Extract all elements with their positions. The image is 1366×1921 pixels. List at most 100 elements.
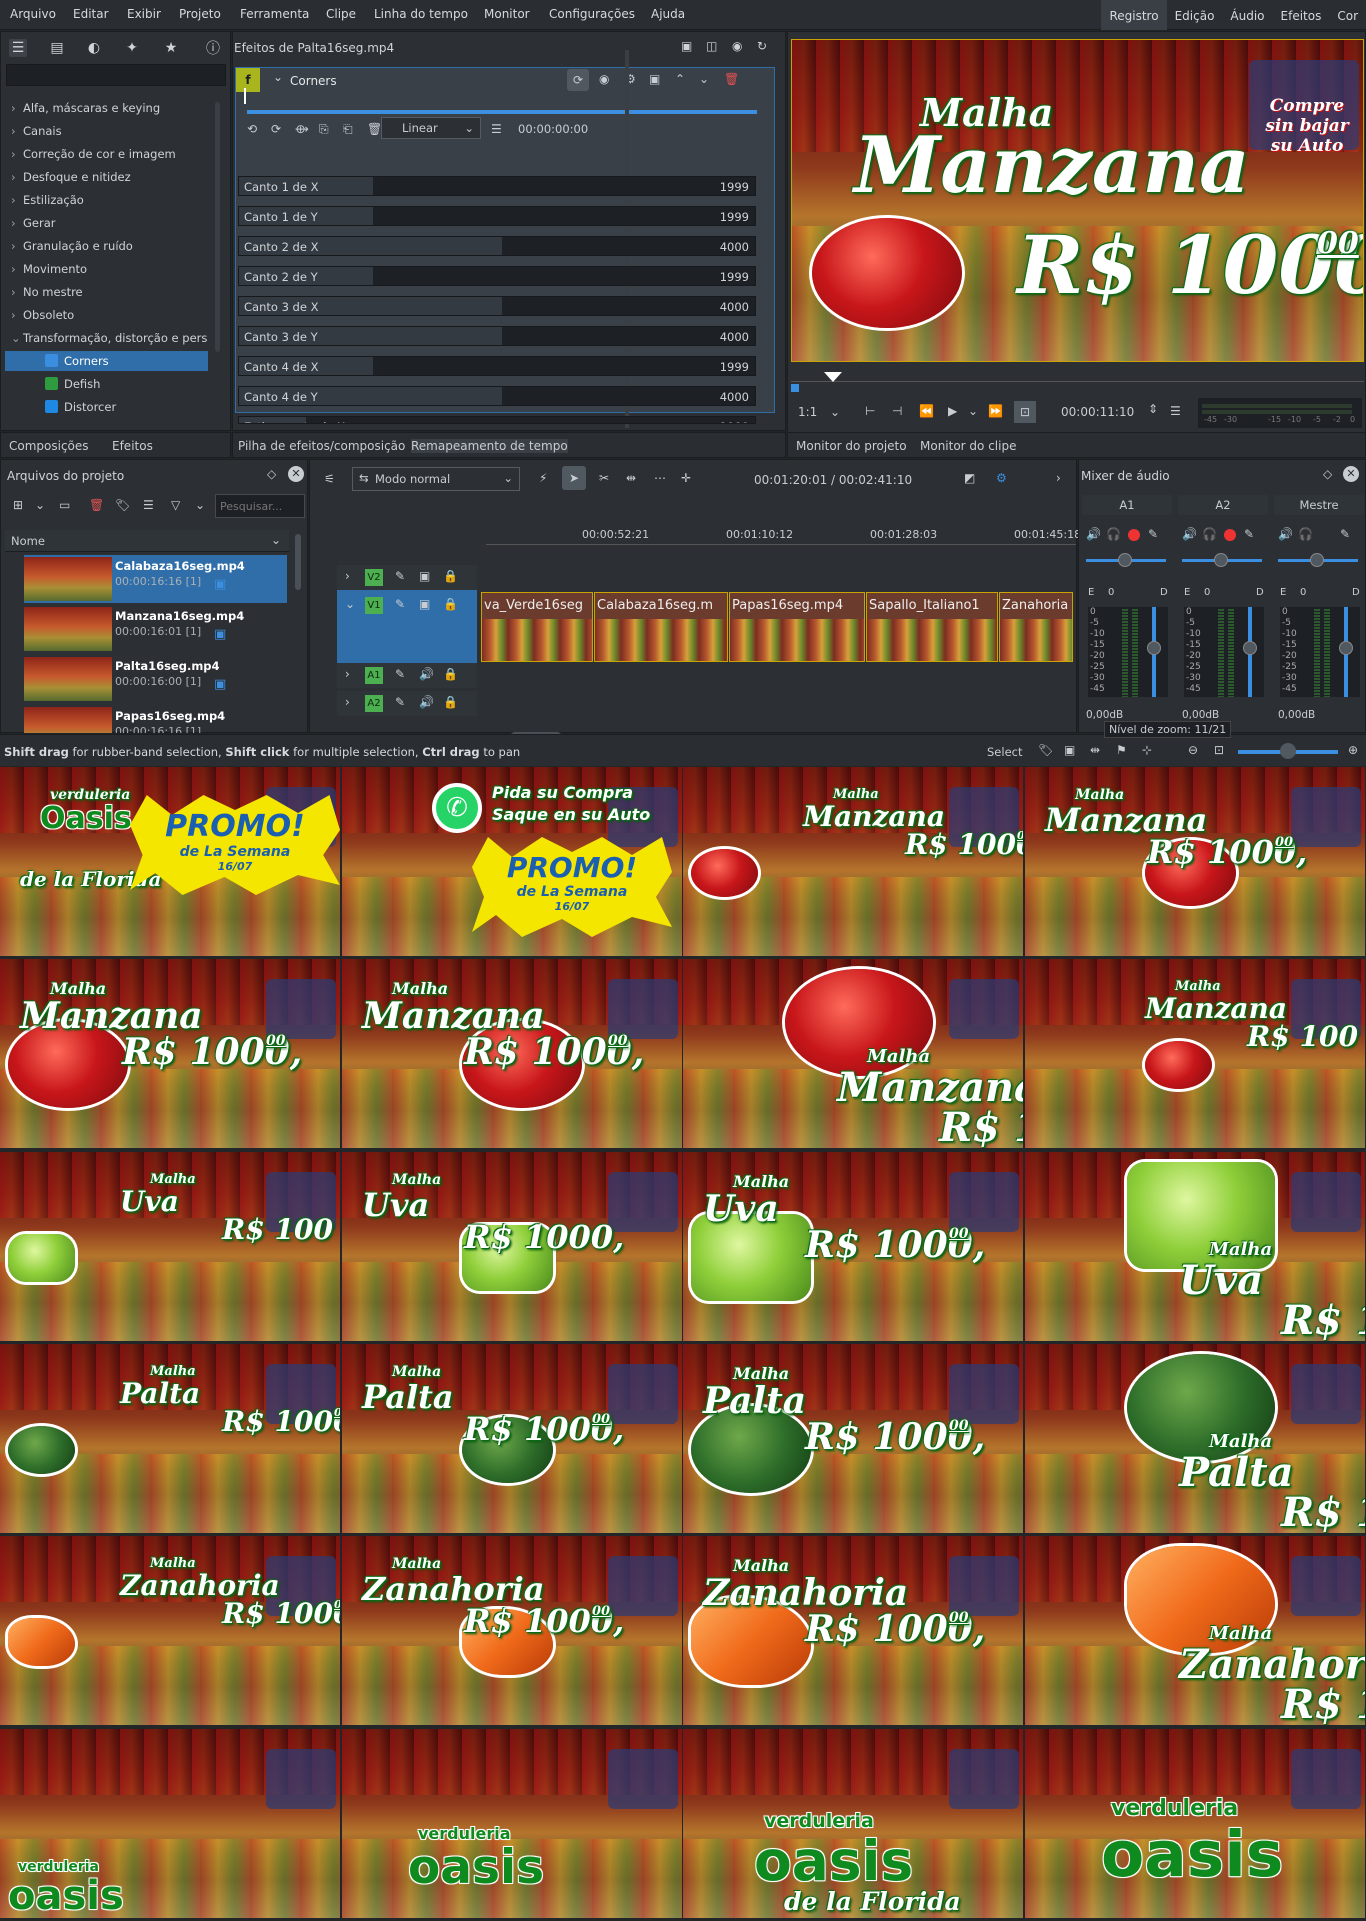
record-icon[interactable]: [1224, 529, 1236, 541]
zoom-chevron-icon[interactable]: ⌄: [830, 405, 840, 419]
timeline-settings-icon[interactable]: ⚟: [324, 472, 335, 486]
track-expand-icon[interactable]: ›: [345, 569, 350, 583]
layout-cor[interactable]: Cor: [1329, 0, 1366, 30]
timeline-clip[interactable]: Sapallo_Italiano1: [866, 592, 998, 662]
snap-icon[interactable]: ⚡: [539, 471, 547, 485]
lock-icon[interactable]: 🔒: [443, 667, 458, 681]
param-value[interactable]: 1999: [720, 180, 749, 194]
monitor-ruler[interactable]: [791, 370, 1364, 382]
view-menu-icon[interactable]: ☰: [143, 498, 154, 512]
bin-column-header[interactable]: Nome ⌄: [5, 530, 289, 552]
category-movimento[interactable]: › Movimento: [11, 262, 87, 276]
param-slider[interactable]: Canto 4 de X 1999: [238, 356, 756, 376]
keyframe-timecode[interactable]: 00:00:00:00: [518, 122, 588, 136]
save-stack-icon[interactable]: ▣: [681, 39, 692, 53]
effect-defish[interactable]: Defish: [45, 377, 100, 391]
layout-efeitos[interactable]: Efeitos: [1273, 0, 1330, 30]
favorites-icon[interactable]: ★: [162, 39, 180, 57]
param-slider[interactable]: Canto 2 de X 4000: [238, 236, 756, 256]
mute-icon[interactable]: 🔊: [1182, 527, 1197, 541]
tab-monitor-projeto[interactable]: Monitor do projeto: [796, 439, 907, 453]
param-value[interactable]: 1999: [720, 360, 749, 374]
channel-db[interactable]: 0,00dB: [1086, 709, 1123, 721]
filter-icon[interactable]: ▽: [171, 498, 180, 512]
filter-chevron-icon[interactable]: ⌄: [195, 498, 205, 512]
effect-distorcer[interactable]: Distorcer: [45, 400, 116, 414]
reset-icon[interactable]: ↻: [757, 39, 767, 53]
lock-icon[interactable]: 🔒: [443, 695, 458, 709]
menu-configuracoes[interactable]: Configurações: [549, 7, 635, 21]
layout-registro[interactable]: Registro: [1101, 0, 1167, 30]
zone-marker[interactable]: [791, 384, 799, 392]
select-tool-icon[interactable]: ➤: [562, 466, 586, 490]
pan-handle[interactable]: [1310, 553, 1324, 567]
track-v1[interactable]: ⌄ V1 ✎ ▣ 🔒: [337, 593, 477, 618]
collapse-chevron-icon[interactable]: ⌄: [273, 70, 283, 84]
keyframe-paste-icon[interactable]: ⎘: [319, 122, 329, 137]
effect-toggle-icon[interactable]: ✎: [395, 667, 405, 681]
float-icon[interactable]: ◇: [267, 467, 276, 481]
menu-icon[interactable]: ☰: [491, 122, 502, 136]
menu-monitor[interactable]: Monitor: [484, 7, 530, 21]
tag-icon[interactable]: 🏷: [115, 498, 130, 512]
zoom-fit-icon[interactable]: ⊡: [1014, 401, 1036, 423]
param-value[interactable]: 1999: [720, 270, 749, 284]
param-value[interactable]: 1999: [720, 210, 749, 224]
headphones-icon[interactable]: 🎧: [1202, 527, 1217, 541]
spacer-tool-icon[interactable]: ⇹: [626, 471, 636, 485]
delete-effect-icon[interactable]: 🗑: [724, 72, 739, 86]
zoom-slider-handle[interactable]: [1280, 743, 1296, 759]
lock-icon[interactable]: 🔒: [443, 569, 458, 583]
eye-icon[interactable]: ◉: [732, 39, 742, 53]
pan-handle[interactable]: [1118, 553, 1132, 567]
menu-linha-do-tempo[interactable]: Linha do tempo: [374, 7, 468, 21]
list-item[interactable]: Calabaza16seg.mp4 00:00:16:16 [1] ▣: [24, 555, 288, 603]
effects-icon[interactable]: ✎: [1244, 527, 1254, 541]
float-icon[interactable]: ◇: [1323, 467, 1332, 481]
timeline-clip[interactable]: va_Verde16seg: [481, 592, 593, 662]
param-slider[interactable]: Canto 1 de Y 1999: [238, 206, 756, 226]
move-up-icon[interactable]: ⌃: [675, 72, 685, 86]
add-keyframe-icon[interactable]: ⟲: [247, 122, 257, 136]
headphones-icon[interactable]: 🎧: [1298, 527, 1313, 541]
tab-composicoes[interactable]: Composições: [9, 439, 89, 453]
mute-icon[interactable]: 🔊: [419, 695, 434, 709]
list-item[interactable]: Palta16seg.mp4 00:00:16:00 [1] ▣: [24, 655, 288, 703]
keyframe-copy-icon[interactable]: ⎗: [343, 122, 353, 137]
list-item[interactable]: Manzana16seg.mp4 00:00:16:01 [1] ▣: [24, 605, 288, 653]
tag-status-icon[interactable]: 🏷: [1038, 743, 1053, 757]
video-toggle-icon[interactable]: ▣: [419, 597, 430, 611]
channel-db[interactable]: 0,00dB: [1182, 709, 1219, 721]
lock-icon[interactable]: 🔒: [443, 597, 458, 611]
ripple-tool-icon[interactable]: ⋯: [654, 471, 666, 485]
add-clip-icon[interactable]: ⊞: [13, 498, 23, 512]
zoom-select[interactable]: 1:1: [798, 405, 817, 419]
timeline-clip[interactable]: Zanahoria: [999, 592, 1073, 662]
timeline-mixer-icon[interactable]: ⚙: [996, 471, 1007, 485]
split-compare-icon[interactable]: ◫: [706, 39, 717, 53]
monitor-video[interactable]: Compre sin bajar su Auto Malha Manzana R…: [791, 39, 1364, 362]
video-toggle-icon[interactable]: ▣: [419, 569, 430, 583]
select-mode-label[interactable]: Select: [987, 745, 1022, 759]
effects-icon[interactable]: ✎: [1340, 527, 1350, 541]
param-value[interactable]: 4000: [720, 330, 749, 344]
category-no-mestre[interactable]: › No mestre: [11, 285, 83, 299]
menu-editar[interactable]: Editar: [73, 7, 109, 21]
track-a2[interactable]: › A2 ✎ 🔊 🔒: [337, 691, 477, 716]
timeline-preview-icon[interactable]: ◩: [964, 471, 975, 485]
param-value[interactable]: 4000: [720, 300, 749, 314]
keyframe-toggle-icon[interactable]: ⟳: [567, 69, 589, 91]
bin-search-input[interactable]: [215, 494, 305, 518]
audio-effects-icon[interactable]: ◐: [85, 39, 103, 57]
mute-icon[interactable]: 🔊: [1278, 527, 1293, 541]
effect-eye-icon[interactable]: ◉: [599, 72, 609, 86]
razor-tool-icon[interactable]: ✂: [599, 471, 609, 485]
param-value[interactable]: 4000: [720, 390, 749, 404]
category-estilizacao[interactable]: › Estilização: [11, 193, 84, 207]
tab-efeitos[interactable]: Efeitos: [112, 439, 153, 453]
category-correcao[interactable]: › Correção de cor e imagem: [11, 147, 176, 161]
param-slider[interactable]: Canto 4 de Y 4000: [238, 386, 756, 406]
delete-clip-icon[interactable]: 🗑: [89, 498, 104, 512]
track-collapse-icon[interactable]: ⌄: [345, 597, 355, 611]
effects-search-input[interactable]: [6, 64, 226, 86]
